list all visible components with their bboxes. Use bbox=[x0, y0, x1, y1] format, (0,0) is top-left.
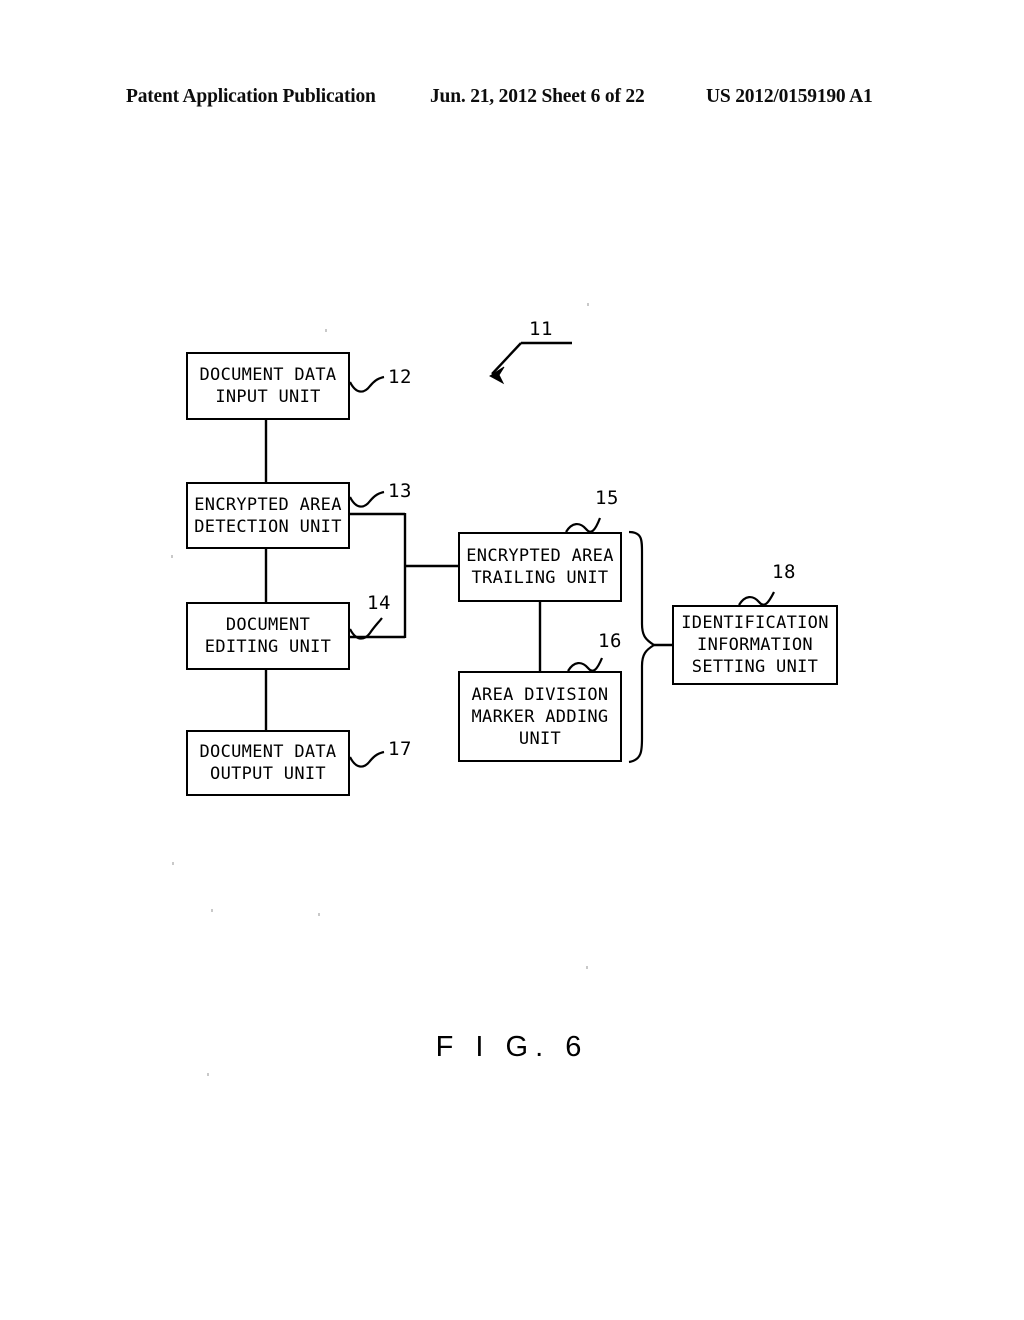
box-label-15: ENCRYPTED AREA TRAILING UNIT bbox=[466, 546, 614, 588]
numeral-11-arrow-shaft bbox=[491, 342, 522, 375]
leader-line-13 bbox=[349, 490, 385, 508]
reference-numeral-14: 14 bbox=[367, 592, 391, 614]
reference-numeral-16: 16 bbox=[598, 630, 622, 652]
box-encrypted-area-detection-unit: ENCRYPTED AREA DETECTION UNIT bbox=[186, 482, 350, 549]
brace-grouping-15-16 bbox=[628, 530, 657, 764]
box-label-16: AREA DIVISION MARKER ADDING UNIT bbox=[471, 684, 609, 749]
box-label-14: DOCUMENT EDITING UNIT bbox=[204, 615, 332, 657]
box-document-editing-unit: DOCUMENT EDITING UNIT bbox=[186, 602, 350, 670]
scan-speck bbox=[172, 862, 174, 865]
reference-numeral-12: 12 bbox=[388, 366, 412, 388]
reference-numeral-18: 18 bbox=[772, 561, 796, 583]
leader-line-12 bbox=[349, 375, 385, 393]
box-label-17: DOCUMENT DATA OUTPUT UNIT bbox=[199, 742, 337, 784]
scan-speck bbox=[587, 303, 589, 306]
scan-speck bbox=[207, 1073, 209, 1076]
box-document-data-input-unit: DOCUMENT DATA INPUT UNIT bbox=[186, 352, 350, 420]
leader-line-17 bbox=[349, 750, 385, 768]
box-label-13: ENCRYPTED AREA DETECTION UNIT bbox=[194, 494, 342, 537]
reference-numeral-17: 17 bbox=[388, 738, 412, 760]
box-encrypted-area-trailing-unit: ENCRYPTED AREA TRAILING UNIT bbox=[458, 532, 622, 602]
reference-numeral-13: 13 bbox=[388, 480, 412, 502]
leader-line-14 bbox=[349, 617, 383, 640]
box-identification-information-setting-unit: IDENTIFICATION INFORMATION SETTING UNIT bbox=[672, 605, 838, 685]
box-area-division-marker-adding-unit: AREA DIVISION MARKER ADDING UNIT bbox=[458, 671, 622, 762]
scan-speck bbox=[325, 329, 327, 332]
box-label-12: DOCUMENT DATA INPUT UNIT bbox=[199, 365, 337, 407]
box-label-18: IDENTIFICATION INFORMATION SETTING UNIT bbox=[681, 613, 829, 677]
scan-speck bbox=[586, 966, 588, 969]
figure-diagram: DOCUMENT DATA INPUT UNIT ENCRYPTED AREA … bbox=[0, 0, 1024, 1320]
reference-numeral-11: 11 bbox=[529, 318, 553, 340]
leader-line-16 bbox=[567, 657, 604, 672]
diagram-connectors bbox=[264, 341, 775, 768]
reference-numeral-15: 15 bbox=[595, 487, 619, 509]
leader-line-15 bbox=[565, 517, 602, 533]
figure-caption: F I G. 6 bbox=[435, 1031, 589, 1063]
scan-speck bbox=[318, 913, 320, 916]
scan-speck bbox=[211, 909, 213, 912]
leader-line-18 bbox=[738, 591, 775, 606]
box-document-data-output-unit: DOCUMENT DATA OUTPUT UNIT bbox=[186, 730, 350, 796]
scan-speck bbox=[171, 555, 173, 558]
